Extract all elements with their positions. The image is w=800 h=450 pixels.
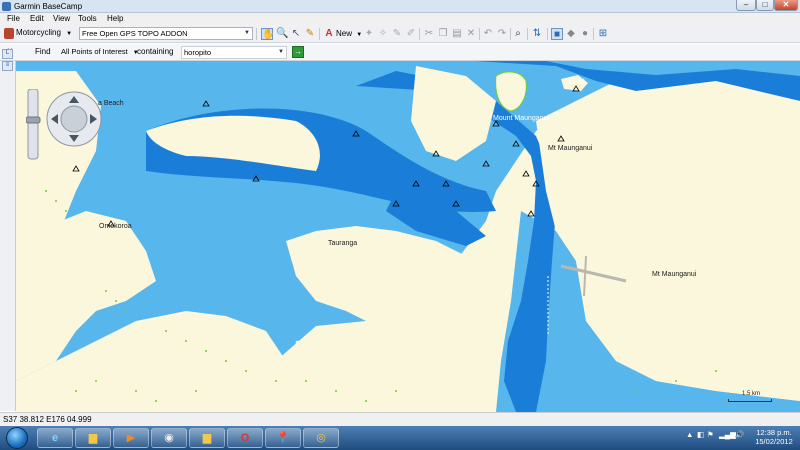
map-product-label: Free Open GPS TOPO ADDON (82, 29, 188, 38)
redo-icon[interactable]: ↷ (496, 28, 508, 40)
scale-bar-line (728, 399, 772, 402)
map-label-mount-maunganui: Mount Maunganui (493, 115, 550, 122)
title-bar: Garmin BaseCamp – □ ✕ (0, 0, 800, 13)
chevron-down-icon: ▼ (66, 31, 73, 37)
volume-icon[interactable]: 🔊 (735, 430, 744, 439)
status-bar: S37 38.812 E176 04.999 (0, 412, 800, 426)
waypoint-icon[interactable]: ✦ (363, 28, 375, 40)
find-label: Find (35, 47, 51, 56)
windows-taskbar: e ▆ ▶ ◉ ▆ O 📍 ◎ ▲ ◧ ⚑ ▂▄▆ 🔊 12:38 p.m. 1… (0, 426, 800, 450)
2d-map-icon[interactable]: ■ (551, 28, 563, 40)
maximize-button[interactable]: □ (756, 0, 774, 11)
tray-arrow-icon[interactable]: ▲ (686, 430, 693, 439)
track-icon[interactable]: ✎ (391, 28, 403, 40)
new-label: New (336, 29, 353, 38)
chevron-down-icon: ▼ (356, 32, 363, 38)
activity-profile-label: Motorcycling (16, 28, 61, 37)
toolbar: Motorcycling ▼ Free Open GPS TOPO ADDON … (0, 25, 800, 43)
new-button[interactable]: New ▼ (336, 29, 362, 38)
map-label-tauranga: Tauranga (328, 240, 358, 247)
toolbar-separator (319, 28, 320, 40)
new-icon[interactable]: A (323, 28, 335, 40)
library-tab[interactable]: L (2, 49, 13, 59)
search-input-value: horopito (184, 48, 212, 57)
tray-app-icon[interactable]: ◧ (697, 430, 704, 439)
media-player-icon[interactable]: ▶ (113, 428, 149, 448)
toolbar-separator (419, 28, 420, 40)
menu-bar: File Edit View Tools Help (0, 13, 800, 25)
pointer-icon[interactable]: ↖ (290, 28, 302, 40)
map-product-select[interactable]: Free Open GPS TOPO ADDON ▼ (79, 27, 253, 40)
menu-edit[interactable]: Edit (30, 14, 44, 23)
toolbar-separator (527, 28, 528, 40)
cut-icon[interactable]: ✂ (423, 28, 435, 40)
hand-icon[interactable]: ✋ (261, 28, 274, 40)
undo-icon[interactable]: ↶ (482, 28, 494, 40)
search-input[interactable]: horopito ▼ (181, 46, 287, 59)
map-label-omokoroa: Omokoroa (99, 223, 132, 230)
basecamp-icon[interactable]: ◉ (151, 428, 187, 448)
map-navigation-control (25, 88, 106, 169)
copy-icon[interactable]: ❐ (437, 28, 449, 40)
internet-explorer-icon[interactable]: e (37, 428, 73, 448)
delete-icon[interactable]: ✕ (465, 28, 477, 40)
menu-tools[interactable]: Tools (78, 14, 97, 23)
map-label-island: Island (566, 79, 585, 86)
go-search-button[interactable]: → (292, 46, 304, 58)
opera-icon[interactable]: O (227, 428, 263, 448)
containing-label: containing (137, 47, 174, 56)
zoom-icon[interactable]: 🔍 (276, 28, 288, 40)
toolbar-separator (547, 28, 548, 40)
explorer-folder-icon[interactable]: ▆ (75, 428, 111, 448)
chevron-down-icon: ▼ (244, 30, 250, 36)
find-icon[interactable]: ⌕ (512, 28, 524, 40)
activity-profile-select[interactable]: Motorcycling ▼ (16, 28, 72, 37)
map-canvas[interactable] (16, 61, 800, 412)
minimize-button[interactable]: – (736, 0, 756, 11)
3d-view-icon[interactable]: ◆ (565, 28, 577, 40)
list-tab[interactable]: ≡ (2, 61, 13, 71)
start-button[interactable] (6, 427, 28, 449)
menu-file[interactable]: File (7, 14, 20, 23)
chevron-down-icon: ▼ (278, 49, 284, 55)
basecamp-app-icon (2, 2, 11, 11)
toolbar-separator (256, 28, 257, 40)
window-title: Garmin BaseCamp (14, 2, 83, 11)
pushpin-icon[interactable]: 📍 (265, 428, 301, 448)
route-icon[interactable]: ✧ (377, 28, 389, 40)
action-center-icon[interactable]: ⚑ (707, 430, 714, 439)
library-panel-strip: L ≡ (0, 49, 16, 411)
poi-category-label: All Points of Interest (61, 47, 128, 56)
device-icon[interactable]: ⇅ (531, 28, 543, 40)
motorcycle-icon (4, 28, 14, 39)
poi-category-select[interactable]: All Points of Interest ▼ (61, 47, 139, 56)
measure-icon[interactable]: ✎ (304, 28, 316, 40)
close-button[interactable]: ✕ (774, 0, 798, 11)
paste-icon[interactable]: ▤ (451, 28, 463, 40)
scale-bar-label: 1.5 km (742, 391, 761, 397)
map-view[interactable]: a Beach Omokoroa Tauranga Mount Maunganu… (16, 61, 800, 412)
menu-help[interactable]: Help (107, 14, 123, 23)
map-label-mt-maunganui-east: Mt Maunganui (652, 271, 697, 278)
garmin-icon[interactable]: ◎ (303, 428, 339, 448)
zoom-slider-thumb (25, 116, 41, 124)
toolbar-separator (479, 28, 480, 40)
layout-icon[interactable]: ⊞ (597, 28, 609, 40)
toolbar-separator (510, 28, 511, 40)
folder-icon[interactable]: ▆ (189, 428, 225, 448)
clock[interactable]: 12:38 p.m. 15/02/2012 (750, 428, 798, 446)
clock-time: 12:38 p.m. (756, 428, 792, 437)
clock-date: 15/02/2012 (755, 437, 793, 446)
globe-icon[interactable]: ● (579, 28, 591, 40)
toolbar-separator (593, 28, 594, 40)
network-icon[interactable]: ▂▄▆ (719, 430, 736, 439)
scale-bar: 1.5 km (728, 391, 772, 403)
map-label-mt-maunganui-north: Mt Maunganui (548, 145, 593, 152)
find-bar: × Find All Points of Interest ▼ containi… (0, 44, 800, 61)
menu-view[interactable]: View (53, 14, 70, 23)
edit-icon[interactable]: ✐ (405, 28, 417, 40)
cursor-coordinates: S37 38.812 E176 04.999 (3, 415, 92, 424)
zoom-slider-track (27, 88, 39, 160)
